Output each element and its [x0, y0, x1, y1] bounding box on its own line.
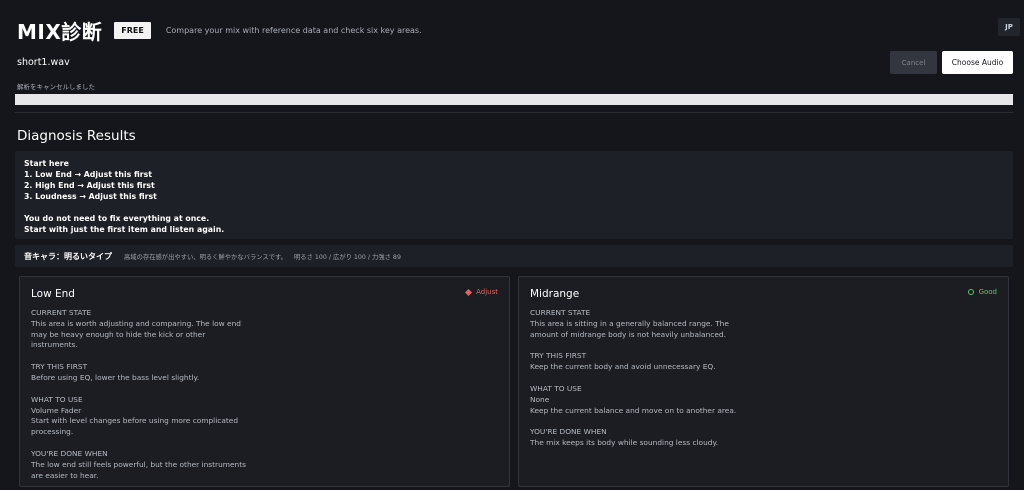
- midrange-card: Midrange Good CURRENT STATE This area is…: [518, 276, 1009, 487]
- what-to-use-heading: WHAT TO USE: [31, 394, 83, 404]
- app-logo: MIX診断: [17, 20, 103, 44]
- warning-diamond-icon: [465, 288, 473, 296]
- results-title: Diagnosis Results: [17, 128, 136, 144]
- try-first-heading: TRY THIS FIRST: [31, 362, 88, 372]
- status-badge: Good: [967, 288, 997, 296]
- status-badge: Adjust: [465, 288, 498, 296]
- card-body: CURRENT STATE This area is sitting in a …: [530, 308, 740, 449]
- progress-bar: [15, 94, 1013, 105]
- done-when-text: The mix keeps its body while sounding le…: [530, 438, 719, 448]
- start-item: 1. Low End → Adjust this first: [24, 170, 152, 179]
- start-item: 2. High End → Adjust this first: [24, 181, 155, 190]
- what-to-use-tool: Volume Fader: [31, 405, 82, 415]
- done-when-heading: YOU'RE DONE WHEN: [530, 427, 607, 437]
- card-body: CURRENT STATE This area is worth adjusti…: [31, 308, 251, 481]
- done-when-heading: YOU'RE DONE WHEN: [31, 448, 108, 458]
- status-label: Good: [978, 288, 997, 296]
- divider: [15, 112, 1013, 113]
- progress-fill: [15, 94, 1013, 105]
- file-name: short1.wav: [17, 57, 70, 68]
- good-circle-icon: [967, 289, 974, 295]
- sound-character-title: 音キャラ：明るいタイプ: [24, 251, 112, 261]
- free-badge: FREE: [114, 22, 151, 39]
- current-state-heading: CURRENT STATE: [31, 308, 92, 317]
- low-end-card: Low End Adjust CURRENT STATE This area i…: [19, 276, 510, 487]
- try-first-text: Keep the current body and avoid unnecess…: [530, 362, 716, 372]
- sound-character-panel: 音キャラ：明るいタイプ 高域の存在感が出やすい、明るく鮮やかなバランスです。 明…: [15, 245, 1013, 267]
- analysis-status: 解析をキャンセルしました: [17, 83, 95, 91]
- status-label: Adjust: [476, 288, 498, 296]
- card-title: Low End: [31, 288, 75, 300]
- app-tagline: Compare your mix with reference data and…: [165, 26, 422, 35]
- start-item: 3. Loudness → Adjust this first: [24, 192, 157, 201]
- sound-character-stats: 明るさ 100 / 広がり 100 / 力強さ 89: [293, 253, 401, 261]
- try-first-text: Before using EQ, lower the bass level sl…: [31, 372, 200, 382]
- what-to-use-text: Start with level changes before using mo…: [31, 416, 239, 437]
- cancel-button[interactable]: Cancel: [890, 51, 937, 74]
- start-note: You do not need to fix everything at onc…: [24, 214, 210, 223]
- choose-audio-button[interactable]: Choose Audio: [942, 51, 1013, 74]
- start-here-heading: Start here: [24, 159, 69, 168]
- current-state-text: This area is worth adjusting and compari…: [31, 318, 241, 350]
- start-here-panel: Start here 1. Low End → Adjust this firs…: [15, 151, 1013, 239]
- current-state-heading: CURRENT STATE: [530, 308, 591, 317]
- app-header: MIX診断 FREE Compare your mix with referen…: [17, 16, 422, 45]
- done-when-text: The low end still feels powerful, but th…: [31, 459, 246, 480]
- try-first-heading: TRY THIS FIRST: [530, 351, 587, 361]
- language-toggle-button[interactable]: JP: [998, 18, 1020, 36]
- what-to-use-text: Keep the current balance and move on to …: [530, 405, 737, 415]
- start-note: Start with just the first item and liste…: [24, 225, 225, 234]
- what-to-use-heading: WHAT TO USE: [530, 383, 582, 393]
- current-state-text: This area is sitting in a generally bala…: [530, 318, 729, 339]
- what-to-use-tool: None: [530, 394, 550, 404]
- card-title: Midrange: [530, 288, 580, 300]
- sound-character-description: 高域の存在感が出やすい、明るく鮮やかなバランスです。: [124, 253, 287, 261]
